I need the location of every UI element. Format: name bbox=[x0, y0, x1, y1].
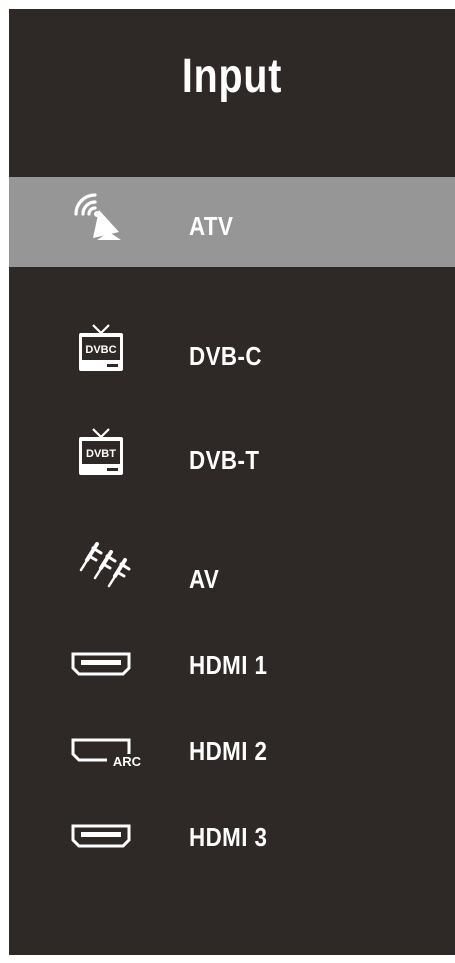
menu-item-hdmi-2[interactable]: ARC HDMI 2 bbox=[9, 720, 455, 810]
menu-item-label: HDMI 3 bbox=[189, 822, 268, 852]
menu-item-label: HDMI 2 bbox=[189, 736, 268, 766]
menu-item-label: DVB-C bbox=[189, 341, 262, 371]
menu-item-label: ATV bbox=[189, 211, 234, 241]
menu-item-hdmi-3[interactable]: HDMI 3 bbox=[9, 806, 455, 896]
tv-icon-text: DVBC bbox=[85, 344, 116, 356]
menu-item-hdmi-1[interactable]: HDMI 1 bbox=[9, 634, 455, 724]
hdmi-port-icon bbox=[71, 824, 131, 848]
tv-dvbt-icon: DVBT bbox=[79, 428, 123, 475]
menu-title: Input bbox=[181, 50, 283, 103]
menu-item-label: DVB-T bbox=[189, 445, 260, 475]
arc-text: ARC bbox=[113, 754, 142, 769]
satellite-dish-icon bbox=[74, 193, 121, 240]
menu-item-av[interactable]: AV bbox=[9, 524, 455, 614]
menu-item-dvb-c[interactable]: DVBC DVB-C bbox=[9, 309, 455, 399]
av-rca-cable-icon bbox=[79, 542, 131, 588]
menu-item-label: HDMI 1 bbox=[189, 650, 268, 680]
menu-item-label: AV bbox=[189, 564, 220, 594]
hdmi-port-icon bbox=[71, 652, 131, 676]
input-source-menu: Input ATV DVBC DVB-C DVBT DVB-T AV HDMI … bbox=[9, 9, 455, 955]
menu-item-dvb-t[interactable]: DVBT DVB-T bbox=[9, 413, 455, 503]
tv-dvbc-icon: DVBC bbox=[79, 324, 123, 371]
tv-icon-text: DVBT bbox=[86, 448, 116, 460]
hdmi-arc-port-icon: ARC bbox=[71, 738, 147, 769]
menu-item-atv[interactable]: ATV bbox=[9, 177, 455, 267]
